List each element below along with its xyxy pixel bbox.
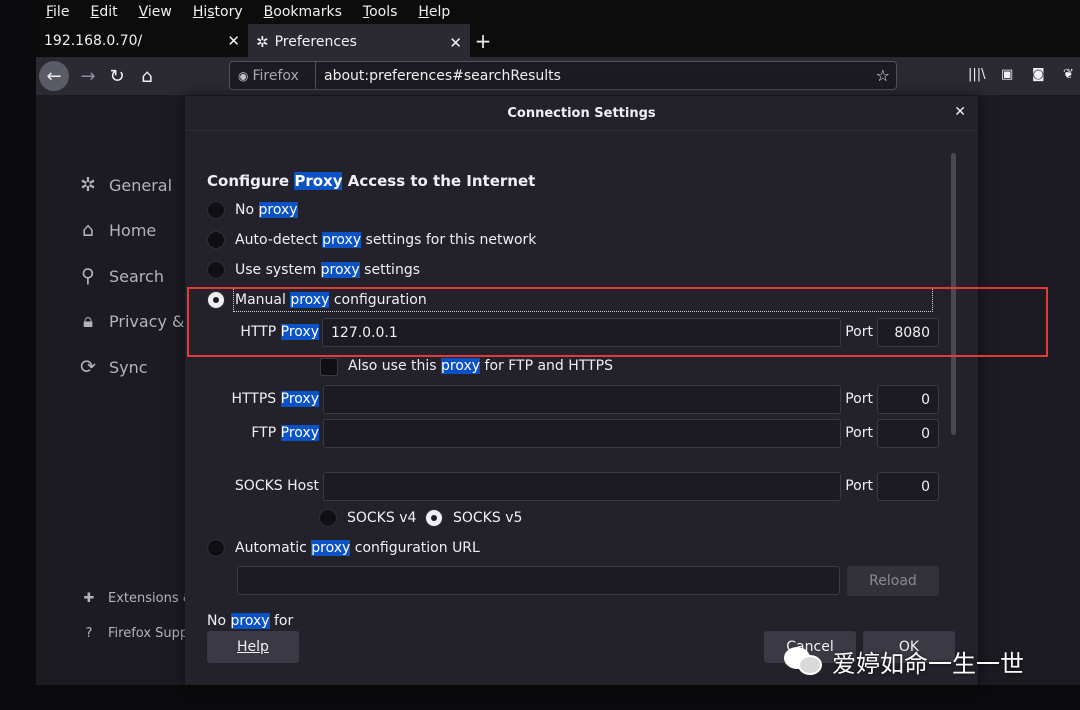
pac-url-input[interactable] <box>237 566 840 595</box>
identity-box[interactable]: ◉ Firefox <box>230 62 316 89</box>
dialog-title: Connection Settings <box>185 96 978 131</box>
https-port-input[interactable]: 0 <box>877 385 939 414</box>
lock-icon: 🔒︎ <box>82 310 94 332</box>
socks-v4-label: SOCKS v4 <box>347 510 417 526</box>
sidebar-item-home[interactable]: ⌂ Home <box>76 219 156 241</box>
socks-v4-radio[interactable] <box>319 509 337 527</box>
menu-bookmarks[interactable]: Bookmarks <box>264 4 342 20</box>
sidebar-item-label: Firefox Supp <box>108 626 189 641</box>
proxy-heading: Configure Proxy Access to the Internet <box>207 172 536 190</box>
extension-icon[interactable]: ❦ <box>1063 67 1074 82</box>
url-bar[interactable]: ◉ Firefox about:preferences#searchResult… <box>229 61 897 90</box>
system-proxy-radio[interactable] <box>207 261 225 279</box>
auto-proxy-url-option[interactable]: Automatic proxy configuration URL <box>207 539 480 557</box>
puzzle-icon: ✚ <box>83 591 95 606</box>
forward-arrow-icon[interactable]: → <box>73 61 103 91</box>
system-proxy-label: Use system proxy settings <box>235 262 420 278</box>
back-arrow-icon[interactable]: ← <box>39 61 69 91</box>
annotation-highlight-box <box>187 287 1048 357</box>
auto-detect-label: Auto-detect proxy settings for this netw… <box>235 232 537 248</box>
socks-v5-option[interactable]: SOCKS v5 <box>425 509 522 527</box>
ftp-port-input[interactable]: 0 <box>877 419 939 448</box>
menu-tools[interactable]: Tools <box>363 4 398 20</box>
new-tab-button[interactable]: + <box>470 24 496 57</box>
menu-view[interactable]: View <box>139 4 172 20</box>
socks-v4-option[interactable]: SOCKS v4 <box>319 509 416 527</box>
sidebar-item-label: Home <box>109 220 157 240</box>
sidebar-toggle-icon[interactable]: ▣ <box>1001 67 1013 82</box>
firefox-icon: ◉ <box>238 68 249 83</box>
identity-label: Firefox <box>252 67 299 84</box>
menu-file[interactable]: File <box>46 4 69 20</box>
tab-preferences[interactable]: ✲ Preferences ✕ <box>248 24 470 57</box>
search-icon: ⚲ <box>81 265 95 287</box>
socks-host-label: SOCKS Host <box>234 478 319 494</box>
tab-title: 192.168.0.70/ <box>44 32 143 49</box>
tab-bar: 192.168.0.70/ ✕ ✲ Preferences ✕ + <box>36 24 1080 57</box>
socks-host-input[interactable] <box>323 472 841 501</box>
auto-detect-option[interactable]: Auto-detect proxy settings for this netw… <box>207 231 536 249</box>
watermark-text: 爱婷如命一生一世 <box>832 649 1024 678</box>
close-icon[interactable]: ✕ <box>449 34 462 52</box>
menu-help[interactable]: Help <box>418 4 450 20</box>
https-proxy-input[interactable] <box>323 385 841 414</box>
sidebar-item-label: Extensions & <box>108 591 193 606</box>
socks-port-input[interactable]: 0 <box>877 472 939 501</box>
sidebar-item-label: Search <box>109 266 164 286</box>
ftp-port-label: Port <box>845 425 873 441</box>
tab-ip[interactable]: 192.168.0.70/ ✕ <box>36 24 248 57</box>
sidebar-item-label: General <box>109 175 173 195</box>
url-text[interactable]: about:preferences#searchResults <box>316 68 561 84</box>
auto-detect-radio[interactable] <box>207 231 225 249</box>
also-use-checkbox[interactable] <box>320 358 338 376</box>
ftp-proxy-input[interactable] <box>323 419 841 448</box>
sidebar-item-general[interactable]: ✲ General <box>76 174 172 196</box>
no-proxy-radio[interactable] <box>207 201 225 219</box>
tab-title: Preferences <box>274 33 357 50</box>
gear-icon: ✲ <box>80 174 96 196</box>
system-proxy-option[interactable]: Use system proxy settings <box>207 261 420 279</box>
menu-history[interactable]: History <box>193 4 243 20</box>
also-use-label: Also use this proxy for FTP and HTTPS <box>348 358 613 374</box>
socks-v5-label: SOCKS v5 <box>453 510 523 526</box>
menu-edit[interactable]: Edit <box>90 4 117 20</box>
https-port-label: Port <box>845 391 873 407</box>
bookmark-star-icon[interactable]: ☆ <box>876 66 890 85</box>
help-button[interactable]: Help <box>207 631 299 663</box>
sidebar-item-support[interactable]: ? Firefox Supp <box>80 626 189 641</box>
wechat-icon <box>782 643 826 679</box>
help-icon: ? <box>85 626 93 641</box>
menu-bar: File Edit View History Bookmarks Tools H… <box>36 0 1080 24</box>
auto-proxy-url-label: Automatic proxy configuration URL <box>235 540 480 556</box>
socks-v5-radio[interactable] <box>425 509 443 527</box>
auto-proxy-url-radio[interactable] <box>207 539 225 557</box>
reload-icon[interactable]: ↻ <box>102 61 132 91</box>
home-icon[interactable]: ⌂ <box>132 61 162 91</box>
close-icon[interactable]: ✕ <box>227 32 240 50</box>
reload-button[interactable]: Reload <box>847 566 939 596</box>
sidebar-item-sync[interactable]: ⟳ Sync <box>76 356 148 378</box>
sidebar-item-extensions[interactable]: ✚ Extensions & <box>80 591 193 606</box>
sidebar-item-label: Sync <box>109 357 148 377</box>
ftp-proxy-label: FTP Proxy <box>251 425 319 441</box>
gear-icon: ✲ <box>256 32 269 51</box>
sync-icon: ⟳ <box>80 356 96 378</box>
connection-settings-dialog: Connection Settings ✕ Configure Proxy Ac… <box>185 96 978 685</box>
sidebar-item-privacy[interactable]: 🔒︎ Privacy & S <box>76 310 200 332</box>
nav-bar: ← → ↻ ⌂ ◉ Firefox about:preferences#sear… <box>36 57 1080 95</box>
account-icon[interactable]: ◙ <box>1032 67 1045 82</box>
close-icon[interactable]: ✕ <box>954 104 966 120</box>
no-proxy-label: No proxy <box>235 202 298 218</box>
home-icon: ⌂ <box>81 219 95 241</box>
socks-port-label: Port <box>845 478 873 494</box>
sidebar-item-search[interactable]: ⚲ Search <box>76 265 164 287</box>
no-proxy-option[interactable]: No proxy <box>207 201 298 219</box>
library-icon[interactable]: |||\ <box>968 67 986 82</box>
watermark: 爱婷如命一生一世 <box>782 643 1024 679</box>
no-proxy-for-label: No proxy for <box>207 613 294 629</box>
https-proxy-label: HTTPS Proxy <box>231 391 319 407</box>
